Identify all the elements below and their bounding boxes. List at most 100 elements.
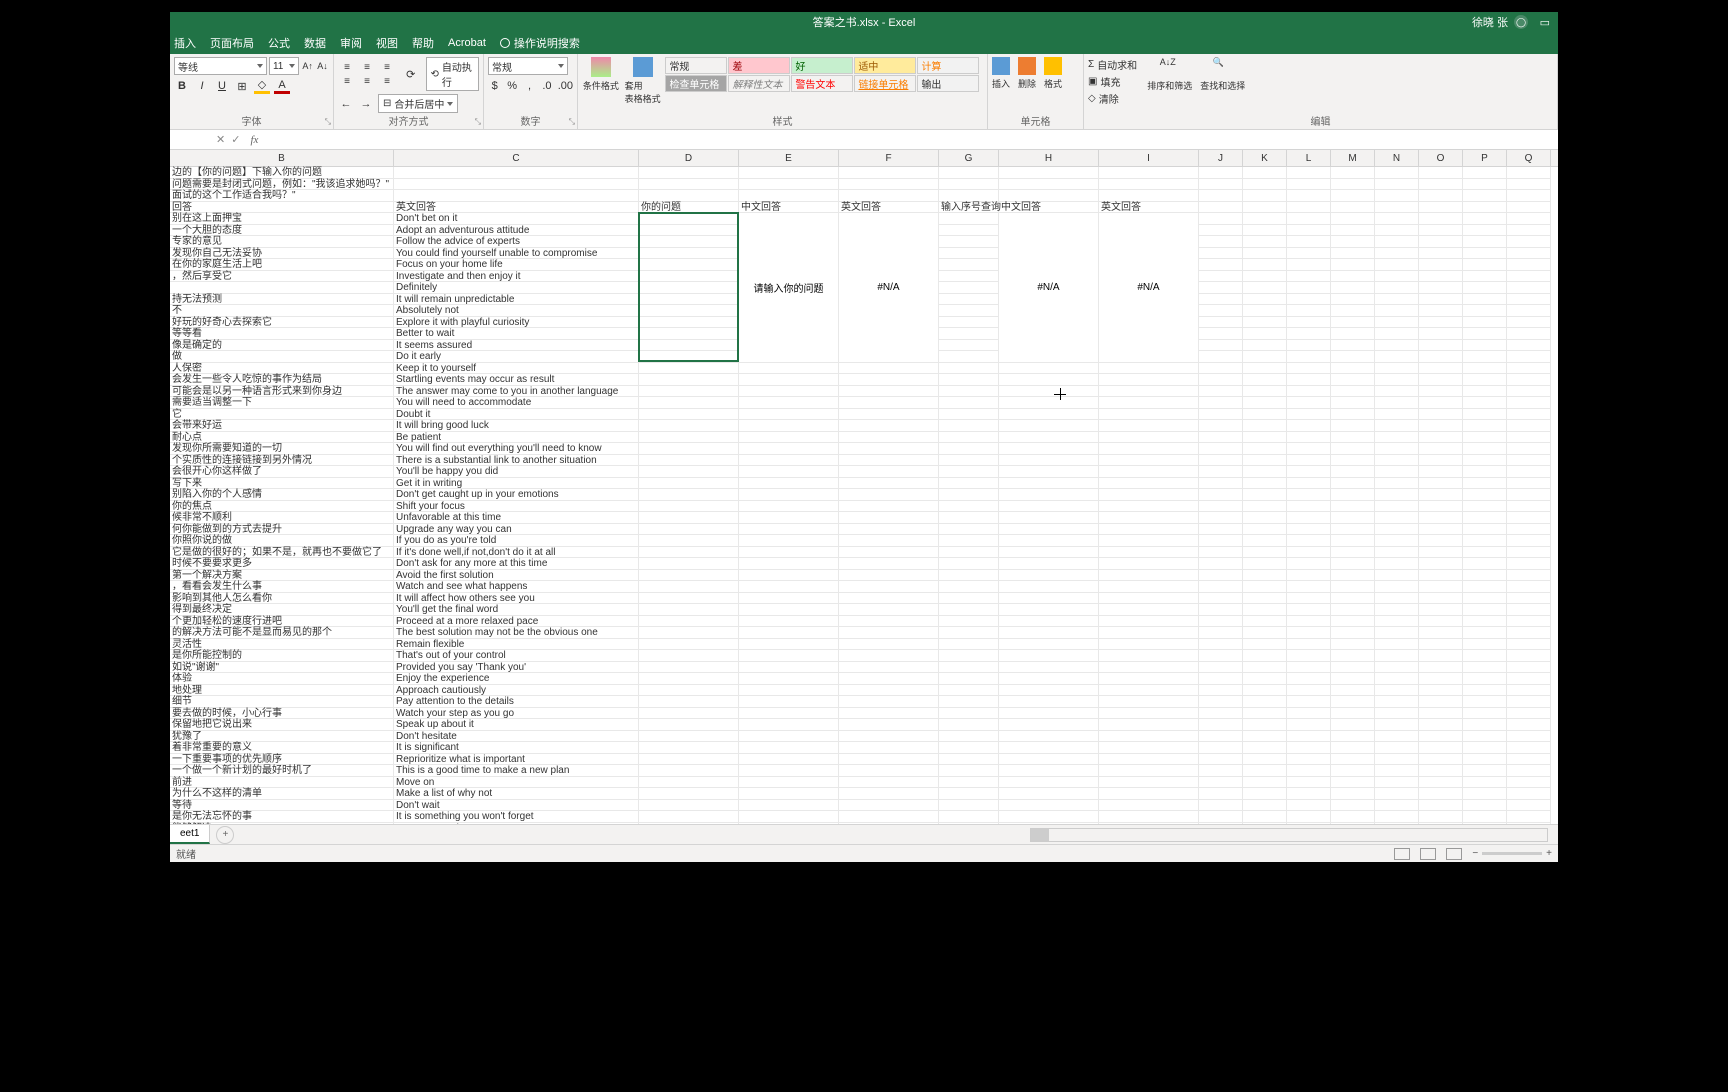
cell[interactable] [1099,535,1199,547]
cell[interactable] [1463,478,1507,490]
cell[interactable]: 是你所能控制的 [170,650,394,662]
cell[interactable] [999,685,1099,697]
cell[interactable] [1243,639,1287,651]
cell[interactable] [1375,800,1419,812]
col-header-E[interactable]: E [739,150,839,166]
cell[interactable] [1419,593,1463,605]
style-normal[interactable]: 常规 [665,57,727,74]
cell[interactable] [939,650,999,662]
cell[interactable] [939,639,999,651]
cell[interactable] [999,650,1099,662]
cell[interactable] [1375,420,1419,432]
cell[interactable] [1099,639,1199,651]
cell[interactable] [1243,593,1287,605]
cell[interactable] [1375,478,1419,490]
cell[interactable] [1287,374,1331,386]
cell[interactable] [1199,673,1243,685]
cell[interactable] [739,754,839,766]
cell[interactable]: ，然后享受它 [170,271,394,283]
cell[interactable] [1287,478,1331,490]
cell[interactable] [999,593,1099,605]
cell[interactable] [939,179,999,191]
table-row[interactable]: 你照你说的做If you do as you're told [170,535,1558,547]
cell[interactable] [739,478,839,490]
sheet-tab-1[interactable]: eet1 [170,825,210,844]
page-break-view-icon[interactable] [1446,848,1462,860]
cell[interactable]: Unfavorable at this time [394,512,639,524]
cell[interactable] [1419,788,1463,800]
cell[interactable] [739,570,839,582]
cell[interactable]: 得到最终决定 [170,604,394,616]
cell[interactable] [1507,259,1551,271]
cell[interactable] [939,409,999,421]
increase-decimal-icon[interactable]: .0 [540,78,553,94]
cell[interactable]: It is significant [394,742,639,754]
cell[interactable] [639,570,739,582]
cell[interactable] [1287,570,1331,582]
cell[interactable] [1463,639,1507,651]
cell[interactable] [1507,512,1551,524]
cell[interactable] [1463,501,1507,513]
cell[interactable] [1419,581,1463,593]
cell[interactable] [1243,800,1287,812]
cell[interactable] [1463,374,1507,386]
cell[interactable] [999,478,1099,490]
cell[interactable] [1419,777,1463,789]
table-row[interactable]: 面试的这个工作适合我吗？" [170,190,1558,202]
cell[interactable] [1331,547,1375,559]
cell[interactable] [1099,478,1199,490]
cell[interactable]: The best solution may not be the obvious… [394,627,639,639]
table-row[interactable]: 地处理Approach cautiously [170,685,1558,697]
cell[interactable] [639,409,739,421]
cell[interactable] [1331,524,1375,536]
cell[interactable] [1287,225,1331,237]
cell[interactable] [1375,202,1419,214]
cell[interactable] [1243,190,1287,202]
cell[interactable] [739,616,839,628]
style-explain[interactable]: 解释性文本 [728,75,790,92]
cell[interactable] [1099,765,1199,777]
cell[interactable] [1199,248,1243,260]
cell[interactable] [1199,754,1243,766]
cell[interactable] [1199,501,1243,513]
style-neutral[interactable]: 适中 [854,57,916,74]
clear-button[interactable]: ◇清除 [1088,91,1137,106]
cell[interactable] [639,213,739,225]
cell[interactable] [839,432,939,444]
cell[interactable] [1287,190,1331,202]
cell[interactable] [1243,282,1287,294]
table-row[interactable]: 写下来Get it in writing [170,478,1558,490]
cell[interactable] [839,604,939,616]
table-row[interactable]: 发现你所需要知道的一切You will find out everything … [170,443,1558,455]
cell[interactable] [739,742,839,754]
cell[interactable] [1287,616,1331,628]
cell[interactable] [1419,466,1463,478]
cell[interactable]: There is a substantial link to another s… [394,455,639,467]
cell[interactable] [1463,754,1507,766]
cell[interactable] [1199,420,1243,432]
cell[interactable] [839,420,939,432]
cell[interactable] [1243,685,1287,697]
cell[interactable]: 一个做一个新计划的最好时机了 [170,765,394,777]
cell[interactable] [639,340,739,352]
cell[interactable] [1375,397,1419,409]
cell[interactable]: Adopt an adventurous attitude [394,225,639,237]
cell[interactable]: 何你能做到的方式去提升 [170,524,394,536]
cell[interactable] [1463,811,1507,823]
cell[interactable] [999,765,1099,777]
cell[interactable] [1199,271,1243,283]
cell[interactable] [1243,386,1287,398]
cell[interactable] [939,386,999,398]
cell[interactable]: It will affect how others see you [394,593,639,605]
cell[interactable] [1243,328,1287,340]
cell[interactable] [1243,627,1287,639]
cell[interactable]: Provided you say 'Thank you' [394,662,639,674]
cell[interactable] [739,765,839,777]
cell[interactable] [1243,811,1287,823]
cell[interactable] [739,719,839,731]
cell[interactable]: 会发生一些令人吃惊的事作为结局 [170,374,394,386]
cell[interactable] [1419,351,1463,363]
cell[interactable] [1331,432,1375,444]
cell[interactable]: The answer may come to you in another la… [394,386,639,398]
cell[interactable] [839,501,939,513]
